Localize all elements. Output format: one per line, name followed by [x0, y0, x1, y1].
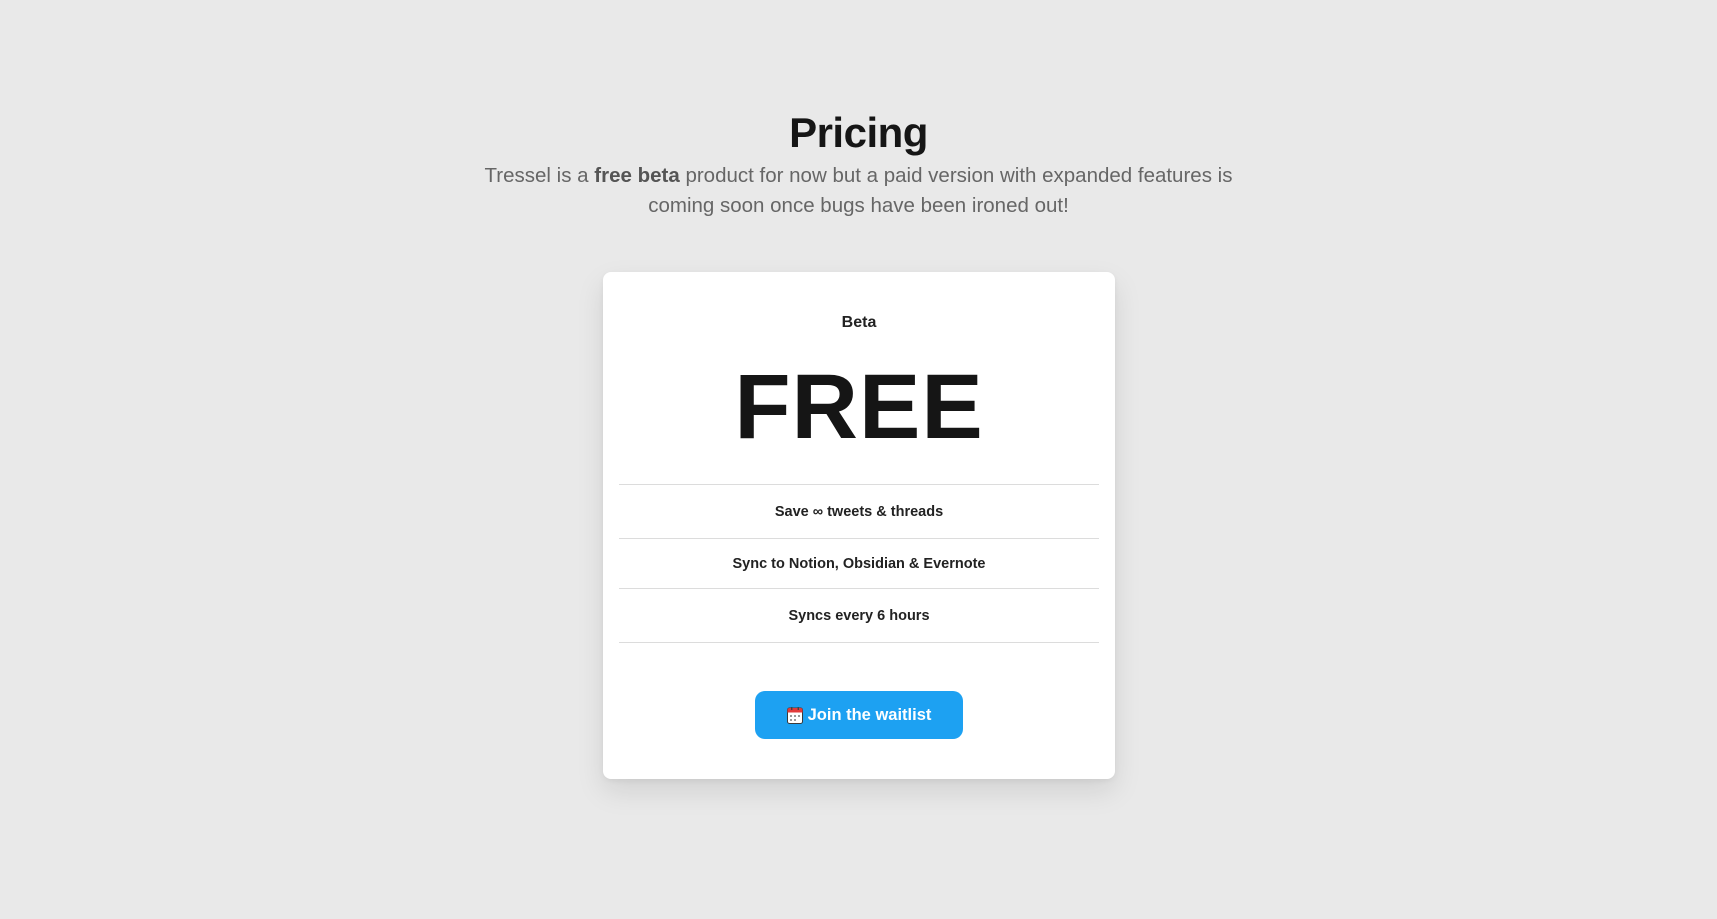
plan-name: Beta — [841, 314, 877, 331]
plan-price: FREE — [734, 356, 984, 458]
subtitle-text-start: Tressel is a — [484, 163, 595, 187]
feature-item: Syncs every 6 hours — [619, 589, 1099, 643]
feature-list: Save ∞ tweets & threads Sync to Notion, … — [619, 484, 1099, 643]
subtitle-text-end: product for now but a paid version with … — [648, 163, 1233, 217]
feature-item: Sync to Notion, Obsidian & Evernote — [619, 539, 1099, 589]
pricing-card: Beta FREE Save ∞ tweets & threads Sync t… — [603, 272, 1115, 779]
page-subtitle: Tressel is a free beta product for now b… — [458, 161, 1259, 221]
calendar-icon — [786, 706, 803, 724]
join-waitlist-label: Join the waitlist — [807, 705, 932, 724]
join-waitlist-button[interactable]: Join the waitlist — [755, 691, 963, 739]
page-title: Pricing — [789, 109, 928, 157]
subtitle-emphasis: free beta — [594, 163, 680, 187]
feature-item: Save ∞ tweets & threads — [619, 485, 1099, 539]
